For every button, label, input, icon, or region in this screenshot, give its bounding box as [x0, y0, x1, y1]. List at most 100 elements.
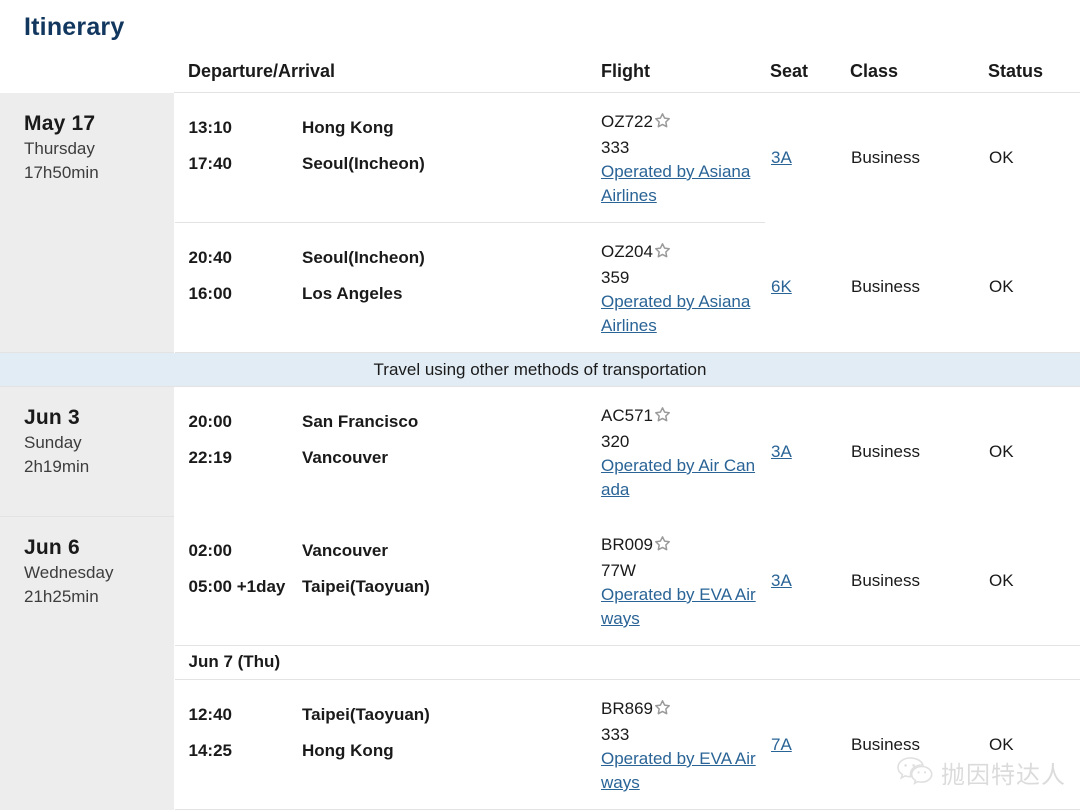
other-transport-banner: Travel using other methods of transporta… [0, 352, 1080, 387]
star-icon [654, 535, 671, 559]
date-cell: Jun 6 Wednesday 21h25min [0, 515, 175, 810]
operated-by-link[interactable]: Operated by Asiana Airlines [601, 160, 763, 208]
status-cell: OK [983, 387, 1080, 517]
departure-city: San Francisco [302, 412, 419, 431]
table-body: May 17 Thursday 17h50min 13:10 17:40 Hong Kon… [0, 92, 1080, 810]
cabin-class: Business [851, 441, 920, 461]
flight-segment-row: Jun 6 Wednesday 21h25min 02:00 05:00 +1day Va… [0, 515, 1080, 810]
aircraft-type: 320 [601, 432, 630, 451]
operated-by-link[interactable]: Operated by EVA Airways [601, 583, 763, 631]
seat-cell: 3A [765, 516, 845, 646]
flight-cell: OZ722 333 Operated by Asiana Airlines [590, 92, 765, 223]
seat-cell: 3A [765, 387, 845, 517]
cities-cell: Seoul(Incheon) Los Angeles [302, 222, 590, 353]
flight-number: AC571 [601, 404, 765, 430]
cities-cell: San Francisco Vancouver [302, 386, 590, 516]
times-cell: 20:40 16:00 [174, 222, 302, 353]
cabin-class: Business [851, 570, 920, 590]
seat-cell: 6K [765, 223, 845, 353]
cabin-class: Business [851, 734, 920, 754]
arrival-time: 17:40 [188, 154, 232, 173]
seat-cell: 3A [765, 93, 845, 223]
date-weekday: Sunday [24, 433, 82, 452]
times-cell: 12:40 14:25 [174, 679, 302, 810]
seat-link[interactable]: 3A [766, 442, 792, 461]
itinerary-table: Departure/Arrival Flight Seat Class Stat… [0, 44, 1080, 810]
date-day: Jun 6 [24, 535, 80, 559]
departure-time: 12:40 [188, 705, 232, 724]
star-icon [654, 699, 671, 723]
day-separator-label: Jun 7 (Thu) [174, 645, 1080, 680]
departure-time: 20:40 [188, 248, 232, 267]
flight-segment-row: Jun 3 Sunday 2h19min 20:00 22:19 San Francisc… [0, 386, 1080, 517]
seat-cell: 7A [765, 679, 845, 810]
date-duration: 21h25min [24, 586, 99, 606]
date-day: May 17 [24, 111, 96, 135]
star-icon [654, 112, 671, 136]
cities-cell: Vancouver Taipei(Taoyuan) [302, 516, 590, 646]
arrival-time: 16:00 [188, 284, 232, 303]
table-header-row: Departure/Arrival Flight Seat Class Stat… [0, 44, 1080, 93]
aircraft-type: 333 [601, 725, 630, 744]
column-header-seat: Seat [765, 44, 845, 93]
date-cell: Jun 3 Sunday 2h19min [0, 386, 175, 516]
departure-city: Hong Kong [302, 118, 394, 137]
arrival-city: Taipei(Taoyuan) [302, 577, 430, 596]
departure-time: 02:00 [188, 541, 232, 560]
column-header-date [0, 44, 174, 93]
seat-link[interactable]: 3A [766, 571, 792, 590]
arrival-city: Seoul(Incheon) [302, 154, 425, 173]
date-duration: 17h50min [24, 162, 99, 182]
flight-number: BR869 [601, 697, 765, 723]
booking-status: OK [989, 734, 1014, 754]
flight-number: OZ722 [601, 110, 765, 136]
date-weekday: Thursday [24, 138, 95, 158]
booking-status: OK [989, 570, 1014, 590]
cities-cell: Taipei(Taoyuan) Hong Kong [302, 679, 590, 810]
status-cell: OK [983, 679, 1080, 810]
arrival-city: Vancouver [302, 448, 388, 467]
class-cell: Business [845, 223, 983, 353]
flight-cell: BR009 77W Operated by EVA Airways [590, 516, 765, 646]
status-cell: OK [983, 223, 1080, 353]
arrival-time: 05:00 +1day [188, 577, 286, 596]
operated-by-link[interactable]: Operated by EVA Airways [601, 747, 763, 795]
seat-link[interactable]: 7A [766, 735, 792, 754]
arrival-day-offset: +1day [236, 577, 286, 596]
date-day: Jun 3 [24, 406, 80, 429]
star-icon [654, 242, 671, 266]
flight-number: BR009 [601, 533, 765, 559]
booking-status: OK [989, 147, 1014, 167]
aircraft-type: 359 [601, 268, 630, 287]
times-cell: 20:00 22:19 [174, 386, 302, 516]
cities-cell: Hong Kong Seoul(Incheon) [302, 92, 590, 223]
arrival-time: 22:19 [188, 448, 232, 467]
class-cell: Business [845, 387, 983, 517]
departure-city: Taipei(Taoyuan) [302, 705, 430, 724]
departure-time: 13:10 [188, 118, 232, 137]
operated-by-link[interactable]: Operated by Asiana Airlines [601, 290, 763, 338]
star-icon [654, 406, 671, 430]
column-header-departure-arrival: Departure/Arrival [174, 44, 590, 93]
column-header-class: Class [845, 44, 983, 93]
seat-link[interactable]: 3A [766, 148, 792, 167]
status-cell: OK [983, 93, 1080, 223]
flight-cell: OZ204 359 Operated by Asiana Airlines [590, 222, 765, 353]
status-cell: OK [983, 516, 1080, 646]
booking-status: OK [989, 441, 1014, 461]
aircraft-type: 333 [601, 138, 630, 157]
cabin-class: Business [851, 147, 920, 167]
seat-link[interactable]: 6K [766, 277, 792, 296]
column-header-status: Status [983, 44, 1080, 93]
itinerary-page: Itinerary Departure/Arrival Flight Seat … [0, 0, 1080, 810]
table-header: Departure/Arrival Flight Seat Class Stat… [0, 44, 1080, 93]
aircraft-type: 77W [601, 561, 636, 580]
flight-cell: AC571 320 Operated by Air Canada [590, 386, 765, 516]
operated-by-link[interactable]: Operated by Air Canada [601, 454, 763, 502]
class-cell: Business [845, 93, 983, 223]
departure-city: Seoul(Incheon) [302, 248, 425, 267]
flight-number: OZ204 [601, 240, 765, 266]
date-cell: May 17 Thursday 17h50min [0, 92, 175, 353]
page-title: Itinerary [24, 13, 125, 41]
departure-city: Vancouver [302, 541, 388, 560]
